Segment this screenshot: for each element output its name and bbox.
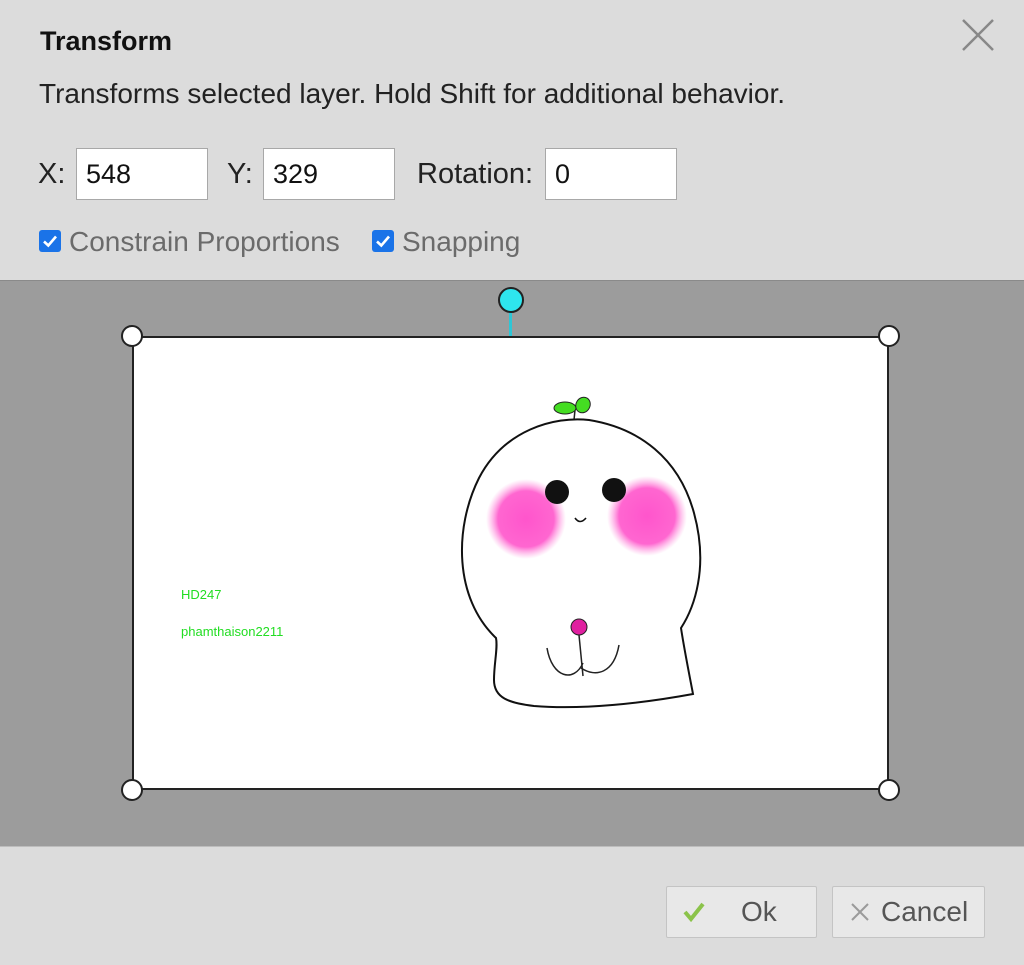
dialog-description: Transforms selected layer. Hold Shift fo…: [39, 78, 786, 109]
snapping-checkbox[interactable]: [372, 230, 394, 252]
close-icon: [962, 19, 994, 51]
x-label: X:: [38, 158, 66, 190]
y-input[interactable]: [263, 148, 395, 200]
layer-preview[interactable]: HD247 phamthaison2211: [132, 336, 889, 790]
constrain-proportions-label[interactable]: Constrain Proportions: [69, 226, 340, 258]
resize-handle-bottom-right[interactable]: [878, 779, 900, 801]
ghost-character-illustration: [460, 396, 702, 709]
x-input[interactable]: [76, 148, 208, 200]
resize-handle-top-right[interactable]: [878, 325, 900, 347]
snapping-label[interactable]: Snapping: [402, 226, 520, 258]
rotation-handle[interactable]: [498, 287, 524, 313]
constrain-proportions-checkbox[interactable]: [39, 230, 61, 252]
checkmark-icon: [43, 235, 57, 248]
resize-handle-top-left[interactable]: [121, 325, 143, 347]
resize-handle-bottom-left[interactable]: [121, 779, 143, 801]
ok-button-label: Ok: [741, 896, 777, 927]
cancel-button-label: Cancel: [881, 896, 969, 927]
rotation-handle-stem: [509, 310, 512, 337]
cancel-button[interactable]: Cancel: [832, 886, 985, 938]
checkmark-icon: [376, 235, 390, 248]
ok-button[interactable]: Ok: [666, 886, 817, 938]
rotation-input[interactable]: [545, 148, 677, 200]
y-label: Y:: [227, 158, 253, 190]
dialog-title: Transform: [40, 26, 173, 56]
close-icon: [851, 903, 869, 921]
checkmark-icon: [683, 902, 705, 923]
close-button[interactable]: [960, 17, 996, 53]
rotation-label: Rotation:: [417, 158, 534, 190]
